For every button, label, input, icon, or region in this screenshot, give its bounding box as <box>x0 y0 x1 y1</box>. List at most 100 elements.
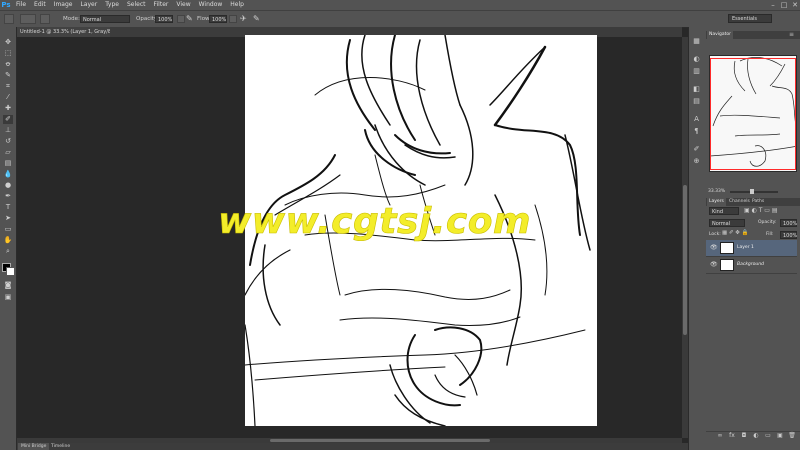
new-group-icon[interactable]: ▭ <box>764 432 772 439</box>
history-panel-icon[interactable]: ▦ <box>692 37 701 46</box>
layer-filter-icons[interactable]: ▣ ◐ T ▭ ▤ <box>744 207 778 214</box>
minimize-button[interactable]: – <box>768 0 778 10</box>
airbrush-icon[interactable]: ✈ <box>240 14 247 24</box>
brush-size-picker[interactable] <box>20 14 36 24</box>
brush-tool-preset-icon[interactable] <box>4 14 14 24</box>
opacity-input[interactable]: 100% <box>155 15 173 23</box>
app-logo: Ps <box>1 1 11 9</box>
hand-icon[interactable]: ✋ <box>3 236 13 245</box>
dodge-icon[interactable]: ● <box>3 181 13 190</box>
menu-image[interactable]: Image <box>50 0 77 10</box>
clone-source-panel-icon[interactable]: ⊕ <box>692 157 701 166</box>
layer-name[interactable]: Layer 1 <box>737 245 754 250</box>
delete-layer-icon[interactable]: 🗑 <box>788 432 796 439</box>
visibility-eye-icon[interactable]: 👁 <box>710 262 718 268</box>
layer-thumbnail <box>720 259 734 271</box>
navigator-view-frame[interactable] <box>710 58 796 170</box>
menu-select[interactable]: Select <box>123 0 150 10</box>
marquee-icon[interactable]: ⬚ <box>3 49 13 58</box>
tab-layers[interactable]: Layers <box>707 198 726 206</box>
brush-panel-icon[interactable]: ✐ <box>692 145 701 154</box>
menu-help[interactable]: Help <box>226 0 248 10</box>
flow-dropdown-icon[interactable] <box>229 15 237 23</box>
horizontal-scroll-thumb[interactable] <box>270 439 490 442</box>
menu-layer[interactable]: Layer <box>76 0 101 10</box>
layer-row-layer-1[interactable]: 👁 Layer 1 <box>706 240 797 257</box>
history-brush-icon[interactable]: ↺ <box>3 137 13 146</box>
pressure-opacity-icon[interactable]: ✎ <box>186 14 193 24</box>
watermark-text: www.cgtsj.com <box>218 201 531 242</box>
menu-window[interactable]: Window <box>195 0 227 10</box>
vertical-scroll-thumb[interactable] <box>683 185 687 335</box>
menu-file[interactable]: File <box>12 0 30 10</box>
tab-mini-bridge[interactable]: Mini Bridge <box>18 443 50 450</box>
fill-label: Fill: <box>766 232 774 237</box>
shape-icon[interactable]: ▭ <box>3 225 13 234</box>
navigator-zoom-value[interactable]: 33.33% <box>708 189 725 194</box>
swatches-panel-icon[interactable]: ▥ <box>692 67 701 76</box>
tab-timeline[interactable]: Timeline <box>48 443 73 450</box>
menu-type[interactable]: Type <box>101 0 123 10</box>
tab-paths[interactable]: Paths <box>750 198 766 206</box>
workspace-select[interactable]: Essentials <box>728 14 772 23</box>
healing-icon[interactable]: ✚ <box>3 104 13 113</box>
add-mask-icon[interactable]: ◘ <box>740 432 748 439</box>
type-icon[interactable]: T <box>3 203 13 212</box>
quick-mask-icon[interactable]: ◙ <box>3 281 13 290</box>
link-layers-icon[interactable]: ∞ <box>716 432 724 439</box>
lock-label: Lock: <box>709 232 721 237</box>
layer-filter-select[interactable]: Kind <box>709 207 739 215</box>
blend-mode-select[interactable]: Normal <box>709 219 745 227</box>
layer-thumbnail <box>720 242 734 254</box>
fill-input[interactable]: 100% <box>780 231 797 239</box>
layer-opacity-input[interactable]: 100% <box>780 219 797 227</box>
blur-icon[interactable]: 💧 <box>3 170 13 179</box>
navigator-zoom-handle[interactable] <box>750 189 754 194</box>
crop-icon[interactable]: ⌗ <box>3 82 13 91</box>
opacity-dropdown-icon[interactable] <box>177 15 185 23</box>
panel-menu-icon[interactable]: ≡ <box>789 31 794 39</box>
path-select-icon[interactable]: ➤ <box>3 214 13 223</box>
flow-input[interactable]: 100% <box>209 15 227 23</box>
mode-select[interactable]: Normal <box>80 15 130 23</box>
document-tab[interactable]: Untitled-1 @ 33.3% (Layer 1, Gray/8) * <box>17 27 110 37</box>
screen-mode-icon[interactable]: ▣ <box>3 293 13 302</box>
styles-panel-icon[interactable]: ▤ <box>692 97 701 106</box>
lock-icons[interactable]: ▦ ✐ ✥ 🔒 <box>722 230 749 236</box>
adjustments-panel-icon[interactable]: ◧ <box>692 85 701 94</box>
maximize-button[interactable]: □ <box>779 0 789 10</box>
close-button[interactable]: ✕ <box>790 0 800 10</box>
tab-channels[interactable]: Channels <box>727 198 752 206</box>
navigator-zoom-slider[interactable] <box>730 191 778 193</box>
menu-filter[interactable]: Filter <box>150 0 173 10</box>
layer-style-icon[interactable]: fx <box>728 432 736 439</box>
brush-icon[interactable]: ✐ <box>3 115 13 124</box>
bottom-panel-bar <box>17 443 688 450</box>
move-icon[interactable]: ✥ <box>3 38 13 47</box>
layer-opacity-label: Opacity: <box>758 220 777 225</box>
pressure-size-icon[interactable]: ✎ <box>253 14 260 24</box>
background-color-swatch[interactable] <box>6 267 15 276</box>
visibility-eye-icon[interactable]: 👁 <box>710 245 718 251</box>
zoom-icon[interactable]: ⌕ <box>3 247 13 256</box>
eraser-icon[interactable]: ▱ <box>3 148 13 157</box>
character-panel-icon[interactable]: A <box>692 115 701 124</box>
gradient-icon[interactable]: ▤ <box>3 159 13 168</box>
stamp-icon[interactable]: ⊥ <box>3 126 13 135</box>
adjustment-layer-icon[interactable]: ◐ <box>752 432 760 439</box>
brush-panel-toggle-icon[interactable] <box>40 14 50 24</box>
pen-icon[interactable]: ✒ <box>3 192 13 201</box>
quick-select-icon[interactable]: ✎ <box>3 71 13 80</box>
new-layer-icon[interactable]: ▣ <box>776 432 784 439</box>
eyedropper-icon[interactable]: ⁄ <box>3 93 13 102</box>
options-bar: Mode: Normal Opacity: 100% ✎ Flow: 100% … <box>0 10 800 28</box>
paragraph-panel-icon[interactable]: ¶ <box>692 127 701 136</box>
menu-view[interactable]: View <box>172 0 194 10</box>
color-panel-icon[interactable]: ◐ <box>692 55 701 64</box>
layer-name[interactable]: Background <box>737 262 764 267</box>
tab-navigator[interactable]: Navigator <box>707 31 734 39</box>
layer-row-background[interactable]: 👁 Background <box>706 257 797 274</box>
mode-label: Mode: <box>63 16 80 22</box>
menu-edit[interactable]: Edit <box>30 0 50 10</box>
lasso-icon[interactable]: ꝋ <box>3 60 13 69</box>
